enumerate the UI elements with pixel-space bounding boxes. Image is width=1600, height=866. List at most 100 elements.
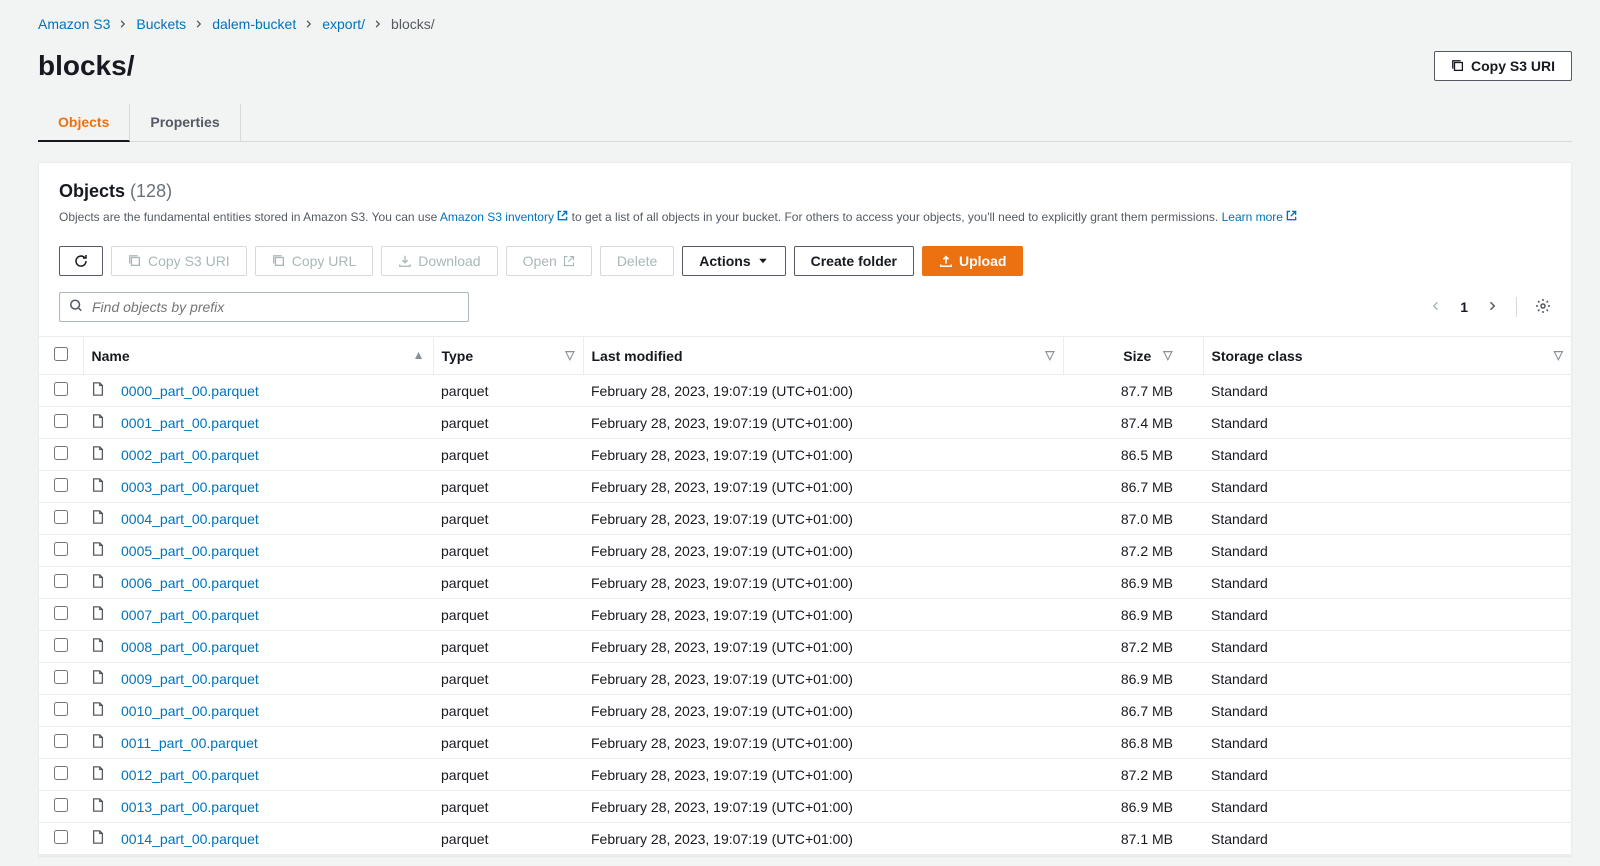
panel-description: Objects are the fundamental entities sto… xyxy=(59,208,1551,226)
object-name-link[interactable]: 0000_part_00.parquet xyxy=(121,383,259,399)
caret-down-icon xyxy=(757,255,769,267)
upload-button[interactable]: Upload xyxy=(922,246,1023,276)
file-icon xyxy=(91,800,105,816)
file-icon xyxy=(91,448,105,464)
inventory-link[interactable]: Amazon S3 inventory xyxy=(440,210,572,224)
objects-panel: Objects (128) Objects are the fundamenta… xyxy=(38,162,1572,856)
breadcrumb: Amazon S3Bucketsdalem-bucketexport/block… xyxy=(38,12,1572,50)
learn-more-link[interactable]: Learn more xyxy=(1222,210,1298,224)
object-name-link[interactable]: 0009_part_00.parquet xyxy=(121,671,259,687)
object-type: parquet xyxy=(433,567,583,599)
settings-button[interactable] xyxy=(1535,298,1551,317)
object-name-link[interactable]: 0006_part_00.parquet xyxy=(121,575,259,591)
chevron-right-icon xyxy=(118,16,128,32)
copy-s3-uri-button[interactable]: Copy S3 URI xyxy=(1434,51,1572,81)
copy-s3-uri-button-toolbar[interactable]: Copy S3 URI xyxy=(111,246,247,276)
object-name-link[interactable]: 0003_part_00.parquet xyxy=(121,479,259,495)
object-name-link[interactable]: 0008_part_00.parquet xyxy=(121,639,259,655)
column-header-storage[interactable]: Storage class xyxy=(1212,348,1303,364)
object-modified: February 28, 2023, 19:07:19 (UTC+01:00) xyxy=(583,663,1063,695)
object-modified: February 28, 2023, 19:07:19 (UTC+01:00) xyxy=(583,535,1063,567)
row-checkbox[interactable] xyxy=(54,734,68,748)
row-checkbox[interactable] xyxy=(54,670,68,684)
breadcrumb-item[interactable]: Amazon S3 xyxy=(38,16,110,32)
breadcrumb-item[interactable]: dalem-bucket xyxy=(212,16,296,32)
prev-page-button[interactable] xyxy=(1430,299,1442,315)
row-checkbox[interactable] xyxy=(54,830,68,844)
object-type: parquet xyxy=(433,663,583,695)
column-header-modified[interactable]: Last modified xyxy=(592,348,683,364)
column-header-size[interactable]: Size xyxy=(1123,348,1151,364)
row-checkbox[interactable] xyxy=(54,382,68,396)
object-name-link[interactable]: 0014_part_00.parquet xyxy=(121,831,259,847)
object-storage: Standard xyxy=(1203,535,1571,567)
object-storage: Standard xyxy=(1203,727,1571,759)
copy-icon xyxy=(128,254,142,268)
object-modified: February 28, 2023, 19:07:19 (UTC+01:00) xyxy=(583,375,1063,407)
object-storage: Standard xyxy=(1203,567,1571,599)
create-folder-button[interactable]: Create folder xyxy=(794,246,914,276)
object-name-link[interactable]: 0004_part_00.parquet xyxy=(121,511,259,527)
object-storage: Standard xyxy=(1203,695,1571,727)
page-title: blocks/ xyxy=(38,50,134,82)
copy-icon xyxy=(272,254,286,268)
external-link-icon xyxy=(563,255,575,267)
actions-button[interactable]: Actions xyxy=(682,246,785,276)
object-size: 87.2 MB xyxy=(1063,631,1203,663)
column-header-type[interactable]: Type xyxy=(442,348,474,364)
row-checkbox[interactable] xyxy=(54,606,68,620)
object-storage: Standard xyxy=(1203,823,1571,855)
select-all-checkbox[interactable] xyxy=(54,347,68,361)
row-checkbox[interactable] xyxy=(54,702,68,716)
file-icon xyxy=(91,544,105,560)
breadcrumb-item[interactable]: export/ xyxy=(322,16,365,32)
sort-icon: ▽ xyxy=(1163,348,1172,362)
row-checkbox[interactable] xyxy=(54,510,68,524)
object-name-link[interactable]: 0012_part_00.parquet xyxy=(121,767,259,783)
object-type: parquet xyxy=(433,471,583,503)
objects-table: Name ▲ Type ▽ Last modified ▽ Size ▽ xyxy=(39,336,1571,855)
object-size: 87.7 MB xyxy=(1063,375,1203,407)
row-checkbox[interactable] xyxy=(54,478,68,492)
refresh-button[interactable] xyxy=(59,246,103,276)
row-checkbox[interactable] xyxy=(54,414,68,428)
object-storage: Standard xyxy=(1203,503,1571,535)
table-row: 0012_part_00.parquetparquetFebruary 28, … xyxy=(39,759,1571,791)
next-page-button[interactable] xyxy=(1486,299,1498,315)
file-icon xyxy=(91,384,105,400)
object-name-link[interactable]: 0011_part_00.parquet xyxy=(121,735,258,751)
file-icon xyxy=(91,736,105,752)
row-checkbox[interactable] xyxy=(54,798,68,812)
object-modified: February 28, 2023, 19:07:19 (UTC+01:00) xyxy=(583,631,1063,663)
row-checkbox[interactable] xyxy=(54,766,68,780)
search-input[interactable] xyxy=(59,292,469,322)
file-icon xyxy=(91,608,105,624)
object-modified: February 28, 2023, 19:07:19 (UTC+01:00) xyxy=(583,439,1063,471)
row-checkbox[interactable] xyxy=(54,542,68,556)
delete-button[interactable]: Delete xyxy=(600,246,674,276)
chevron-right-icon xyxy=(373,16,383,32)
tab-properties[interactable]: Properties xyxy=(130,104,240,141)
upload-icon xyxy=(939,254,953,268)
panel-title: Objects xyxy=(59,181,125,201)
open-button[interactable]: Open xyxy=(506,246,592,276)
object-name-link[interactable]: 0010_part_00.parquet xyxy=(121,703,259,719)
toolbar: Copy S3 URI Copy URL Download Open Delet… xyxy=(39,236,1571,286)
row-checkbox[interactable] xyxy=(54,638,68,652)
object-name-link[interactable]: 0007_part_00.parquet xyxy=(121,607,259,623)
object-size: 86.7 MB xyxy=(1063,471,1203,503)
breadcrumb-item[interactable]: Buckets xyxy=(136,16,186,32)
object-name-link[interactable]: 0002_part_00.parquet xyxy=(121,447,259,463)
column-header-name[interactable]: Name xyxy=(92,348,130,364)
object-name-link[interactable]: 0005_part_00.parquet xyxy=(121,543,259,559)
download-button[interactable]: Download xyxy=(381,246,497,276)
table-row: 0000_part_00.parquetparquetFebruary 28, … xyxy=(39,375,1571,407)
object-name-link[interactable]: 0001_part_00.parquet xyxy=(121,415,259,431)
object-name-link[interactable]: 0013_part_00.parquet xyxy=(121,799,259,815)
copy-url-button[interactable]: Copy URL xyxy=(255,246,374,276)
tab-objects[interactable]: Objects xyxy=(38,104,130,142)
object-type: parquet xyxy=(433,823,583,855)
row-checkbox[interactable] xyxy=(54,446,68,460)
row-checkbox[interactable] xyxy=(54,574,68,588)
external-link-icon xyxy=(557,210,568,221)
